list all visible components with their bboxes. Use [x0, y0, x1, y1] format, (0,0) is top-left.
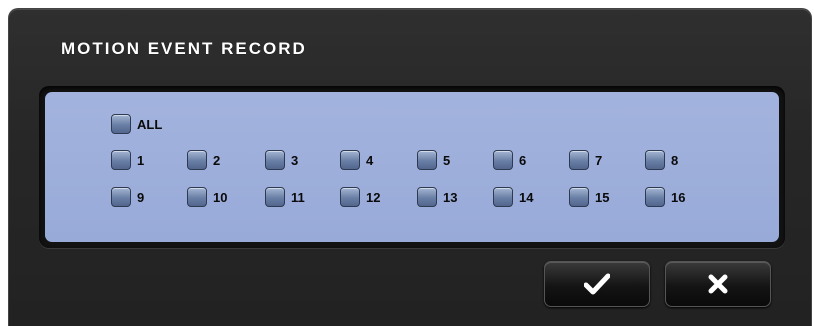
checkbox-box[interactable]	[111, 187, 131, 207]
checkbox-box[interactable]	[569, 187, 589, 207]
checkbox-label: 8	[671, 152, 679, 168]
dialog-title: MOTION EVENT RECORD	[61, 39, 307, 58]
checkbox-channel-10[interactable]: 10	[187, 187, 227, 207]
checkbox-box[interactable]	[645, 187, 665, 207]
channel-panel: ALL 1 2 3 4 5 6 7 8 9 10 11 12 13 14 15 …	[45, 92, 779, 242]
checkbox-all-label: ALL	[137, 116, 163, 132]
checkbox-channel-13[interactable]: 13	[417, 187, 457, 207]
checkbox-label: 12	[366, 189, 381, 205]
checkbox-box[interactable]	[645, 150, 665, 170]
checkbox-channel-1[interactable]: 1	[111, 150, 144, 170]
checkbox-label: 10	[213, 189, 228, 205]
checkbox-box[interactable]	[187, 187, 207, 207]
checkbox-channel-15[interactable]: 15	[569, 187, 609, 207]
checkbox-label: 5	[443, 152, 451, 168]
checkbox-channel-4[interactable]: 4	[340, 150, 373, 170]
channel-panel-frame: ALL 1 2 3 4 5 6 7 8 9 10 11 12 13 14 15 …	[39, 86, 785, 248]
checkbox-label: 16	[671, 189, 686, 205]
checkbox-channel-8[interactable]: 8	[645, 150, 678, 170]
checkbox-box[interactable]	[417, 187, 437, 207]
checkbox-channel-16[interactable]: 16	[645, 187, 685, 207]
checkbox-label: 7	[595, 152, 603, 168]
cancel-button[interactable]	[665, 261, 771, 307]
checkbox-box[interactable]	[111, 150, 131, 170]
checkbox-box[interactable]	[493, 150, 513, 170]
checkmark-icon	[584, 273, 610, 295]
checkbox-label: 11	[291, 189, 305, 205]
checkbox-box[interactable]	[265, 150, 285, 170]
checkbox-channel-14[interactable]: 14	[493, 187, 533, 207]
checkbox-box[interactable]	[265, 187, 285, 207]
checkbox-label: 1	[137, 152, 145, 168]
checkbox-box[interactable]	[417, 150, 437, 170]
checkbox-box[interactable]	[340, 150, 360, 170]
checkbox-channel-6[interactable]: 6	[493, 150, 526, 170]
checkbox-channel-5[interactable]: 5	[417, 150, 450, 170]
checkbox-label: 4	[366, 152, 374, 168]
checkbox-label: 9	[137, 189, 145, 205]
checkbox-label: 14	[519, 189, 534, 205]
checkbox-label: 3	[291, 152, 299, 168]
checkbox-label: 15	[595, 189, 610, 205]
checkbox-channel-9[interactable]: 9	[111, 187, 144, 207]
confirm-button[interactable]	[544, 261, 650, 307]
close-icon	[707, 273, 729, 295]
checkbox-label: 2	[213, 152, 221, 168]
checkbox-channel-7[interactable]: 7	[569, 150, 602, 170]
checkbox-channel-11[interactable]: 11	[265, 187, 305, 207]
checkbox-box[interactable]	[493, 187, 513, 207]
checkbox-label: 13	[443, 189, 458, 205]
checkbox-channel-12[interactable]: 12	[340, 187, 380, 207]
checkbox-box[interactable]	[111, 114, 131, 134]
checkbox-box[interactable]	[187, 150, 207, 170]
checkbox-channel-3[interactable]: 3	[265, 150, 298, 170]
checkbox-box[interactable]	[340, 187, 360, 207]
motion-event-record-dialog: MOTION EVENT RECORD ALL 1 2 3 4 5 6 7 8 …	[8, 8, 812, 326]
checkbox-box[interactable]	[569, 150, 589, 170]
checkbox-all[interactable]: ALL	[111, 114, 162, 134]
checkbox-channel-2[interactable]: 2	[187, 150, 220, 170]
checkbox-label: 6	[519, 152, 527, 168]
